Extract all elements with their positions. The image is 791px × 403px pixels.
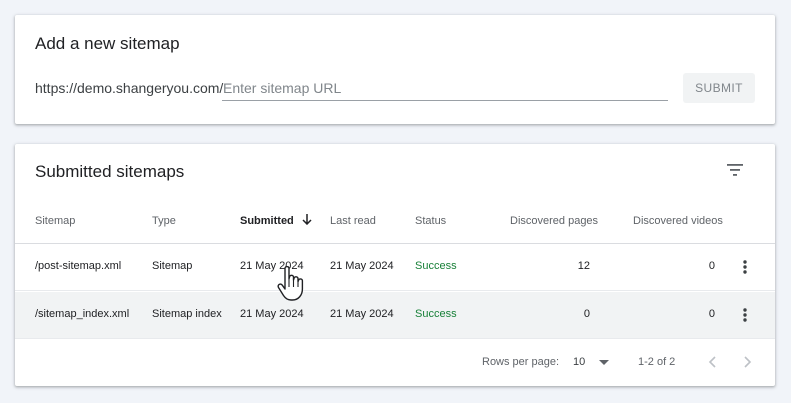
- column-header-type[interactable]: Type: [152, 215, 176, 227]
- rows-per-page-select[interactable]: 10: [573, 351, 613, 373]
- arrow-down-icon: [302, 214, 312, 226]
- filter-button[interactable]: [722, 157, 748, 183]
- sitemap-url-input[interactable]: [222, 78, 668, 101]
- cell-discovered-videos: 0: [708, 260, 715, 272]
- previous-page-button[interactable]: [701, 351, 723, 373]
- submitted-sitemaps-title: Submitted sitemaps: [35, 162, 185, 181]
- submit-button[interactable]: SUBMIT: [683, 73, 755, 103]
- cell-submitted: 21 May 2024: [240, 260, 304, 272]
- filter-icon: [727, 164, 743, 176]
- cell-discovered-pages: 0: [583, 308, 590, 320]
- column-header-submitted-label: Submitted: [240, 215, 294, 227]
- rows-per-page-value: 10: [573, 356, 586, 368]
- table-row[interactable]: /sitemap_index.xml Sitemap index 21 May …: [15, 292, 775, 339]
- cell-sitemap: /sitemap_index.xml: [35, 308, 130, 320]
- cell-last-read: 21 May 2024: [330, 260, 394, 272]
- column-header-status[interactable]: Status: [415, 215, 446, 227]
- cell-status: Success: [415, 308, 457, 320]
- more-vert-icon: [743, 260, 747, 274]
- add-sitemap-card: Add a new sitemap https://demo.shangeryo…: [15, 15, 775, 124]
- cell-sitemap: /post-sitemap.xml: [35, 260, 122, 272]
- rows-per-page-label: Rows per page:: [482, 356, 560, 368]
- table-header: Sitemap Type Submitted Last read Status …: [15, 200, 775, 244]
- table-row[interactable]: /post-sitemap.xml Sitemap 21 May 2024 21…: [15, 244, 775, 291]
- cell-discovered-videos: 0: [708, 308, 715, 320]
- submitted-sitemaps-card: Submitted sitemaps Sitemap Type Submitte…: [15, 144, 775, 386]
- cell-type: Sitemap: [152, 260, 193, 272]
- add-sitemap-title: Add a new sitemap: [35, 34, 180, 53]
- cell-discovered-pages: 12: [577, 260, 590, 272]
- column-header-sitemap[interactable]: Sitemap: [35, 215, 75, 227]
- pagination-range: 1-2 of 2: [638, 356, 676, 368]
- table-pagination: Rows per page: 10 1-2 of 2: [15, 340, 775, 386]
- column-header-discovered-videos[interactable]: Discovered videos: [633, 215, 723, 227]
- chevron-right-icon: [744, 356, 752, 368]
- chevron-left-icon: [708, 356, 716, 368]
- more-vert-icon: [743, 308, 747, 322]
- cell-last-read: 21 May 2024: [330, 308, 394, 320]
- column-header-last-read[interactable]: Last read: [330, 215, 376, 227]
- sitemap-url-prefix: https://demo.shangeryou.com/: [35, 80, 224, 96]
- column-header-discovered-pages[interactable]: Discovered pages: [510, 215, 598, 227]
- next-page-button[interactable]: [737, 351, 759, 373]
- dropdown-arrow-icon: [599, 359, 610, 365]
- cell-type: Sitemap index: [152, 308, 222, 320]
- cell-submitted: 21 May 2024: [240, 308, 304, 320]
- row-menu-button[interactable]: [737, 256, 753, 278]
- cell-status: Success: [415, 260, 457, 272]
- column-header-submitted[interactable]: Submitted: [240, 214, 312, 227]
- row-menu-button[interactable]: [737, 304, 753, 326]
